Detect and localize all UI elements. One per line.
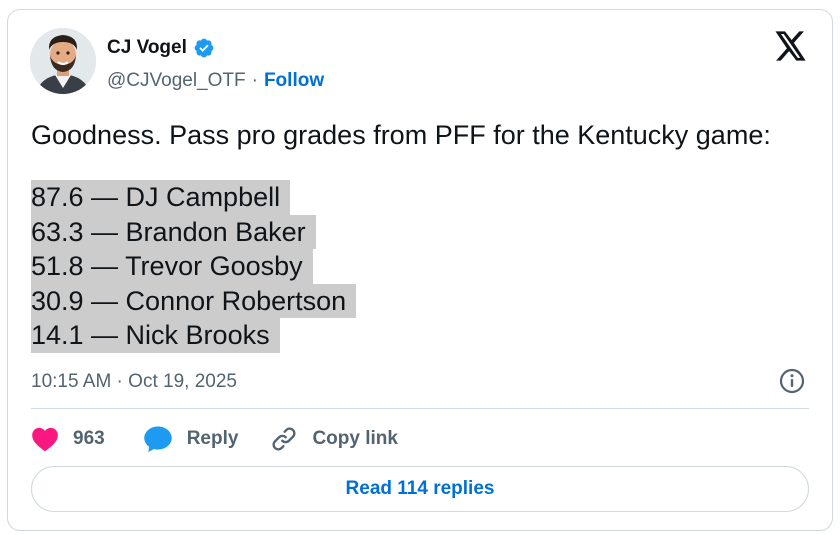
timestamp[interactable]: 10:15 AM · Oct 19, 2025 — [31, 370, 237, 394]
copy-link-button[interactable]: Copy link — [270, 425, 398, 453]
read-replies-label: Read 114 replies — [345, 478, 495, 499]
timestamp-text[interactable]: 10:15 AM · Oct 19, 2025 — [31, 370, 237, 394]
author-display-name[interactable]: CJ Vogel — [107, 37, 187, 59]
author-name-row: CJ Vogel — [107, 36, 215, 60]
grade-text: 30.9 — Connor Robertson — [31, 283, 357, 318]
grade-text: 87.6 — DJ Campbell — [31, 180, 291, 215]
grade-line: 63.3 — Brandon Baker — [31, 214, 356, 249]
grade-line: 30.9 — Connor Robertson — [31, 283, 357, 318]
author-handle[interactable]: @CJVogel_OTF — [107, 70, 246, 92]
grade-text: 51.8 — Trevor Goosby — [31, 249, 313, 284]
read-replies-button[interactable]: Read 114 replies — [31, 466, 809, 512]
like-count: 963 — [73, 428, 105, 449]
grade-line: 51.8 — Trevor Goosby — [31, 249, 356, 284]
action-bar: 963 Reply Copy link — [31, 425, 398, 453]
verified-badge-icon — [193, 37, 215, 59]
grade-text: 14.1 — Nick Brooks — [31, 318, 280, 353]
author-handle-row: @CJVogel_OTF · Follow — [107, 69, 324, 93]
avatar[interactable] — [30, 28, 96, 94]
link-icon — [270, 425, 298, 453]
reply-label: Reply — [186, 428, 239, 449]
like-button[interactable]: 963 — [31, 426, 105, 452]
x-logo-icon[interactable] — [775, 31, 807, 61]
reply-bubble-icon — [143, 425, 173, 453]
grade-text: 63.3 — Brandon Baker — [31, 214, 316, 249]
follow-button[interactable]: Follow — [264, 70, 324, 92]
heart-icon — [31, 426, 59, 452]
reply-button[interactable]: Reply — [143, 425, 239, 453]
grade-line: 14.1 — Nick Brooks — [31, 318, 356, 353]
divider — [31, 408, 809, 409]
grade-line: 87.6 — DJ Campbell — [31, 180, 356, 215]
info-icon[interactable] — [779, 368, 805, 394]
tweet-text: Goodness. Pass pro grades from PFF for t… — [31, 120, 771, 150]
separator-dot: · — [251, 70, 258, 91]
copy-link-label: Copy link — [312, 428, 398, 449]
grades-list: 87.6 — DJ Campbell 63.3 — Brandon Baker … — [31, 180, 357, 353]
